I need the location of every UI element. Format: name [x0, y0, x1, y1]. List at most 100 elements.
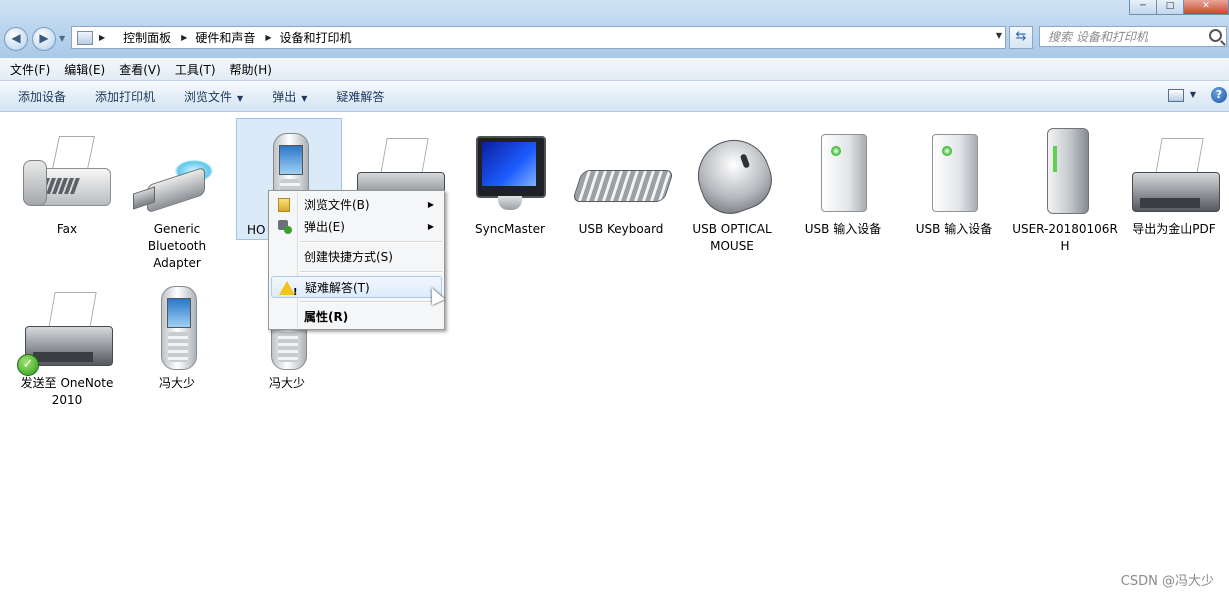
- context-menu-separator: [300, 271, 442, 273]
- context-menu-browse-files[interactable]: 浏览文件(B) ▶: [271, 194, 442, 216]
- context-menu-create-shortcut[interactable]: 创建快捷方式(S): [271, 246, 442, 268]
- breadcrumb-item[interactable]: ▶ 设备和打印机: [265, 29, 351, 46]
- minimize-button[interactable]: ─: [1129, 0, 1157, 15]
- menu-bar: 文件(F) 编辑(E) 查看(V) 工具(T) 帮助(H): [0, 58, 1229, 81]
- add-device-button[interactable]: 添加设备: [18, 88, 66, 105]
- context-menu-label: 创建快捷方式(S): [304, 250, 393, 264]
- recent-pages-dropdown[interactable]: ▼: [59, 34, 65, 43]
- add-printer-button[interactable]: 添加打印机: [95, 88, 155, 105]
- device-label: 导出为金山PDF: [1132, 222, 1216, 236]
- search-icon[interactable]: [1209, 29, 1222, 42]
- device-usb-input-2[interactable]: USB 输入设备: [901, 124, 1007, 238]
- add-printer-label: 添加打印机: [95, 89, 156, 104]
- printer-icon: [1126, 124, 1222, 220]
- computer-icon: [1017, 124, 1113, 220]
- close-button[interactable]: ✕: [1183, 0, 1229, 15]
- search-placeholder: 搜索 设备和打印机: [1048, 30, 1148, 44]
- device-computer[interactable]: USER-20180106RH: [1012, 124, 1118, 255]
- device-label: USB 输入设备: [804, 222, 882, 236]
- help-button[interactable]: ?: [1211, 87, 1227, 103]
- warning-icon: [279, 281, 298, 304]
- forward-button[interactable]: ▶: [32, 27, 56, 51]
- device-kingsoft-pdf[interactable]: 导出为金山PDF: [1121, 124, 1227, 238]
- device-label: USER-20180106RH: [1012, 222, 1118, 253]
- context-menu-label: 弹出(E): [304, 220, 345, 234]
- menu-tools[interactable]: 工具(T): [175, 61, 216, 78]
- command-bar: 添加设备 添加打印机 浏览文件 ▼ 弹出 ▼ 疑难解答 ▼ ?: [0, 81, 1229, 112]
- mobile-phone-icon: [129, 278, 225, 374]
- device-usb-mouse[interactable]: USB OPTICAL MOUSE: [679, 124, 785, 255]
- browse-files-label: 浏览文件: [184, 89, 233, 104]
- context-menu-label: 属性(R): [304, 310, 349, 324]
- context-menu-label: 浏览文件(B): [304, 198, 370, 212]
- search-input[interactable]: 搜索 设备和打印机: [1039, 26, 1227, 47]
- device-usb-keyboard[interactable]: USB Keyboard: [568, 124, 675, 238]
- device-label: USB OPTICAL MOUSE: [692, 222, 772, 253]
- breadcrumb-root-arrow[interactable]: ▶: [99, 33, 113, 42]
- control-panel-icon: [77, 30, 93, 45]
- breadcrumb-label: 设备和打印机: [279, 31, 352, 45]
- context-menu: 浏览文件(B) ▶ 弹出(E) ▶ 创建快捷方式(S) 疑难解答(T) 属性(R…: [268, 190, 445, 330]
- address-bar[interactable]: ▶ 控制面板 ▶ 硬件和声音 ▶ 设备和打印机 ▼: [71, 26, 1006, 49]
- device-label: Generic Bluetooth Adapter: [147, 222, 207, 270]
- chevron-right-icon: ▶: [99, 33, 106, 42]
- chevron-right-icon: ▶: [181, 33, 188, 42]
- window-controls: ─ □ ✕: [1129, 0, 1229, 15]
- eject-label: 弹出: [272, 89, 297, 104]
- device-label: 冯大少: [268, 376, 305, 390]
- device-bluetooth-adapter[interactable]: Generic Bluetooth Adapter: [124, 124, 230, 272]
- printer-icon: ✓: [17, 278, 115, 376]
- context-menu-properties[interactable]: 属性(R): [271, 306, 442, 328]
- fax-icon: [19, 124, 115, 220]
- arrow-right-icon: ▶: [39, 31, 49, 45]
- maximize-button[interactable]: □: [1156, 0, 1184, 15]
- address-dropdown-button[interactable]: ▼: [996, 31, 1002, 40]
- device-label: Fax: [56, 222, 78, 236]
- bluetooth-adapter-icon: [129, 124, 225, 220]
- context-menu-eject[interactable]: 弹出(E) ▶: [271, 216, 442, 238]
- submenu-arrow-icon: ▶: [427, 222, 434, 231]
- troubleshoot-label: 疑难解答: [336, 89, 385, 104]
- context-menu-troubleshoot[interactable]: 疑难解答(T): [271, 276, 442, 304]
- breadcrumb-label: 硬件和声音: [195, 31, 256, 45]
- device-label: SyncMaster: [475, 222, 545, 236]
- device-phone-1[interactable]: 冯大少: [124, 278, 230, 392]
- eject-button[interactable]: 弹出 ▼: [272, 88, 307, 105]
- context-menu-separator: [300, 301, 442, 303]
- change-view-button[interactable]: [1168, 89, 1184, 102]
- device-label: USB 输入设备: [915, 222, 993, 236]
- device-label: 发送至 OneNote 2010: [20, 376, 114, 407]
- breadcrumb-label: 控制面板: [123, 31, 172, 45]
- menu-file[interactable]: 文件(F): [10, 61, 50, 78]
- monitor-icon: [462, 124, 558, 220]
- view-options-dropdown[interactable]: ▼: [1190, 90, 1196, 99]
- chevron-down-icon: ▼: [301, 93, 308, 103]
- device-usb-input-1[interactable]: USB 输入设备: [790, 124, 896, 238]
- arrow-left-icon: ◀: [11, 31, 21, 45]
- chevron-right-icon: ▶: [265, 33, 272, 42]
- device-fax[interactable]: Fax: [14, 124, 120, 238]
- default-checkmark-icon: ✓: [17, 354, 39, 376]
- refresh-icon: ⇆: [1015, 29, 1027, 44]
- chevron-down-icon: ▼: [237, 93, 244, 103]
- context-menu-label: 疑难解答(T): [305, 281, 370, 295]
- breadcrumb-item[interactable]: ▶ 硬件和声音: [181, 29, 255, 46]
- watermark: CSDN @冯大少: [1120, 574, 1214, 589]
- keyboard-icon: [571, 124, 675, 220]
- refresh-button[interactable]: ⇆: [1009, 26, 1033, 49]
- breadcrumb-item[interactable]: 控制面板: [123, 29, 171, 46]
- troubleshoot-button[interactable]: 疑难解答: [336, 88, 384, 105]
- window-titlebar: ─ □ ✕ ◀ ▶ ▼ ▶ 控制面板 ▶ 硬件和声音 ▶ 设备和打印机 ▼ ⇆ …: [0, 0, 1229, 58]
- device-onenote[interactable]: ✓ 发送至 OneNote 2010: [14, 278, 120, 409]
- back-button[interactable]: ◀: [4, 27, 28, 51]
- add-device-label: 添加设备: [18, 89, 67, 104]
- menu-view[interactable]: 查看(V): [119, 61, 161, 78]
- device-label: 冯大少: [158, 376, 195, 390]
- browse-files-button[interactable]: 浏览文件 ▼: [184, 88, 243, 105]
- mouse-icon: [684, 124, 781, 223]
- menu-help[interactable]: 帮助(H): [230, 61, 272, 78]
- menu-edit[interactable]: 编辑(E): [64, 61, 105, 78]
- input-device-icon: [795, 124, 891, 220]
- device-syncmaster[interactable]: SyncMaster: [457, 124, 563, 238]
- context-menu-separator: [300, 241, 442, 243]
